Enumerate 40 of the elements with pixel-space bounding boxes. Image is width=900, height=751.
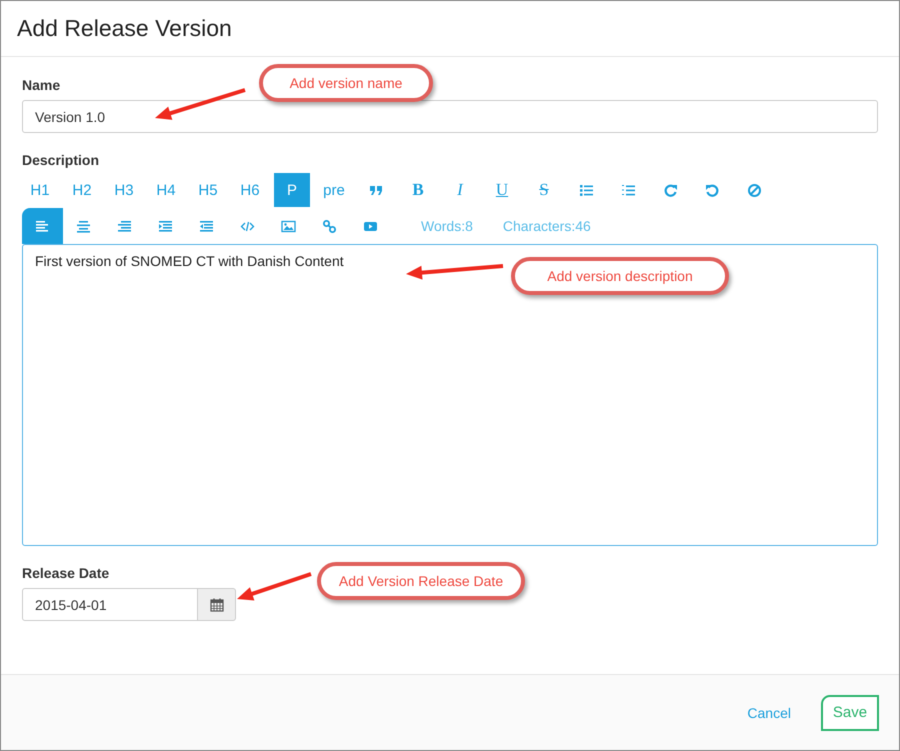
cancel-link[interactable]: Cancel bbox=[741, 704, 797, 722]
link-icon bbox=[322, 218, 337, 234]
dialog-title: Add Release Version bbox=[17, 15, 232, 42]
word-count: Words:8 bbox=[421, 218, 473, 234]
release-date-field[interactable]: 2015-04-01 bbox=[22, 588, 198, 621]
toolbar-button[interactable]: P bbox=[274, 173, 310, 207]
toolbar-button[interactable]: H2 bbox=[64, 173, 100, 207]
callout-label: Add Version Release Date bbox=[317, 562, 525, 600]
toolbar-button[interactable]: H4 bbox=[148, 173, 184, 207]
character-count: Characters:46 bbox=[502, 218, 591, 234]
indent-icon bbox=[158, 218, 173, 234]
name-field[interactable]: Version 1.0 bbox=[22, 100, 878, 133]
calendar-icon bbox=[210, 598, 224, 612]
align-right-icon bbox=[117, 218, 132, 234]
toolbar-button[interactable]: H6 bbox=[232, 173, 268, 207]
callout-label: Add version name bbox=[259, 64, 433, 102]
toolbar-button[interactable]: H5 bbox=[190, 173, 226, 207]
release-date-label: Release Date bbox=[22, 565, 110, 581]
description-label: Description bbox=[22, 152, 100, 168]
name-label: Name bbox=[22, 77, 60, 93]
toolbar-button[interactable]: pre bbox=[316, 173, 352, 207]
strike-button[interactable]: S bbox=[526, 173, 562, 207]
toolbar-button[interactable]: H3 bbox=[106, 173, 142, 207]
outdent-icon bbox=[199, 218, 214, 234]
italic-button[interactable]: I bbox=[442, 173, 478, 207]
numbered-list-icon bbox=[620, 182, 636, 198]
image-icon bbox=[281, 218, 296, 234]
toolbar-button[interactable]: H1 bbox=[22, 173, 58, 207]
calendar-button[interactable] bbox=[198, 588, 236, 621]
undo-icon bbox=[704, 182, 720, 198]
save-button[interactable]: Save bbox=[821, 694, 879, 730]
callout-label: Add version description bbox=[511, 257, 729, 295]
align-center-icon bbox=[76, 218, 91, 234]
bullet-list-icon bbox=[578, 182, 594, 198]
underline-button[interactable]: U bbox=[484, 173, 520, 207]
align-left-icon bbox=[35, 218, 50, 234]
align-left-button[interactable] bbox=[22, 208, 63, 244]
bold-button[interactable]: B bbox=[400, 173, 436, 207]
redo-icon bbox=[662, 182, 678, 198]
clear-format-icon bbox=[746, 182, 762, 198]
